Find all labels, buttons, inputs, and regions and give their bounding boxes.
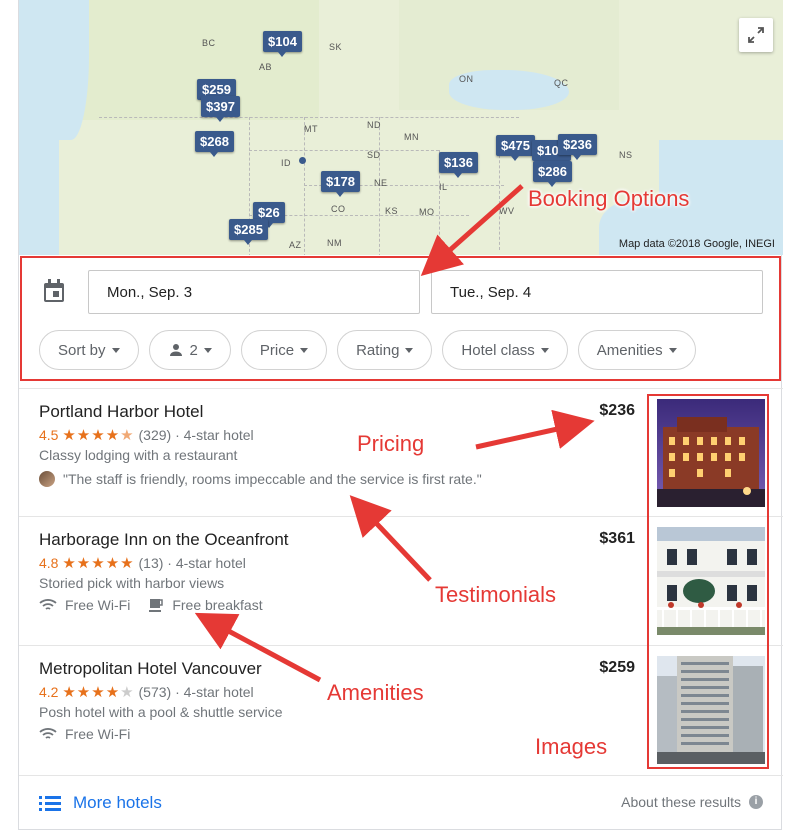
info-icon: i (749, 795, 763, 809)
rating-value: 4.5 (39, 427, 59, 443)
fullscreen-button[interactable] (739, 18, 773, 52)
star-rating-icon: ★★★★★ (62, 427, 135, 444)
avatar (39, 471, 55, 487)
map-label: QC (554, 78, 569, 88)
hotel-review: "The staff is friendly, rooms impeccable… (39, 471, 482, 487)
amenity-label: Free Wi-Fi (65, 726, 131, 742)
map-label: ID (281, 158, 291, 168)
rating-value: 4.2 (39, 684, 59, 700)
map-price-pin[interactable]: $236 (558, 134, 597, 160)
map-price-pin[interactable]: $475 (496, 135, 535, 161)
map-label: AZ (289, 240, 302, 250)
hotel-rating: 4.2 ★★★★★ (573) · 4-star hotel (39, 683, 254, 701)
map-label: MO (419, 207, 435, 217)
map-price-pin[interactable]: $268 (195, 131, 234, 157)
map-label: IL (439, 182, 448, 192)
more-hotels-label: More hotels (73, 793, 162, 812)
hotel-price[interactable]: $236 (599, 402, 635, 420)
wifi-icon (39, 599, 57, 610)
map-label: SD (367, 150, 381, 160)
amenity-label: Free Wi-Fi (65, 597, 131, 613)
hotel-description: Storied pick with harbor views (39, 575, 225, 591)
more-hotels-link[interactable]: More hotels (39, 793, 162, 813)
map-label: MN (404, 132, 419, 142)
hotel-amenities: Free Wi-Fi Free breakfast (39, 597, 263, 613)
hotel-price[interactable]: $361 (599, 530, 635, 548)
hotel-amenities: Free Wi-Fi (39, 726, 130, 742)
map-label: KS (385, 206, 399, 216)
hotel-name[interactable]: Harborage Inn on the Oceanfront (39, 530, 289, 550)
hotel-rating: 4.5 ★★★★★ (329) · 4-star hotel (39, 426, 254, 444)
rating-value: 4.8 (39, 555, 59, 571)
expand-icon (748, 27, 764, 43)
rating-meta: (573) · 4-star hotel (138, 684, 254, 700)
wifi-icon (39, 728, 57, 739)
map-label: ND (367, 120, 381, 130)
map-price-pin[interactable]: $285 (229, 219, 268, 245)
map-label: AB (259, 62, 273, 72)
booking-options-annotation: Booking Options (528, 186, 690, 211)
hotel-name[interactable]: Portland Harbor Hotel (39, 402, 203, 422)
map-price-pin[interactable]: $286 (533, 161, 572, 187)
map-label: BC (202, 38, 216, 48)
map-label: WV (499, 206, 515, 216)
star-rating-icon: ★★★★★ (62, 684, 135, 701)
star-rating-icon: ★★★★★ (62, 555, 135, 572)
rating-meta: (329) · 4-star hotel (138, 427, 254, 443)
map-attribution: Map data ©2018 Google, INEGI (618, 238, 775, 250)
list-icon (39, 796, 61, 811)
hotel-map[interactable]: BC SK AB ON QC MT ND MN SD ID NE CO KS M… (19, 0, 783, 255)
images-annotation: Images (535, 734, 608, 759)
rating-meta: (13) · 4-star hotel (138, 555, 246, 571)
map-price-pin[interactable]: $136 (439, 152, 478, 178)
hotel-rating: 4.8 ★★★★★ (13) · 4-star hotel (39, 554, 246, 572)
amenities-annotation: Amenities (327, 680, 424, 705)
booking-options-highlight (20, 256, 781, 381)
map-label: NM (327, 238, 342, 248)
map-label: MT (304, 124, 318, 134)
map-label: NS (619, 150, 633, 160)
about-label: About these results (621, 794, 741, 810)
amenity-label: Free breakfast (172, 597, 263, 613)
hotel-name[interactable]: Metropolitan Hotel Vancouver (39, 659, 262, 679)
map-label: NE (374, 178, 388, 188)
review-quote: "The staff is friendly, rooms impeccable… (63, 471, 482, 487)
hotel-description: Posh hotel with a pool & shuttle service (39, 704, 283, 720)
results-footer: More hotels About these results i (19, 775, 783, 830)
hotel-description: Classy lodging with a restaurant (39, 447, 238, 463)
images-highlight (647, 394, 769, 769)
map-label: ON (459, 74, 474, 84)
map-price-pin[interactable]: $104 (263, 31, 302, 57)
coffee-icon (149, 599, 164, 612)
hotel-price[interactable]: $259 (599, 659, 635, 677)
testimonials-annotation: Testimonials (435, 582, 557, 607)
map-label: CO (331, 204, 346, 214)
map-location-dot (299, 157, 306, 164)
map-price-pin[interactable]: $178 (321, 171, 360, 197)
map-label: SK (329, 42, 343, 52)
pricing-annotation: Pricing (357, 431, 425, 456)
map-price-pin[interactable]: $397 (201, 96, 240, 122)
about-results-link[interactable]: About these results i (621, 794, 763, 810)
